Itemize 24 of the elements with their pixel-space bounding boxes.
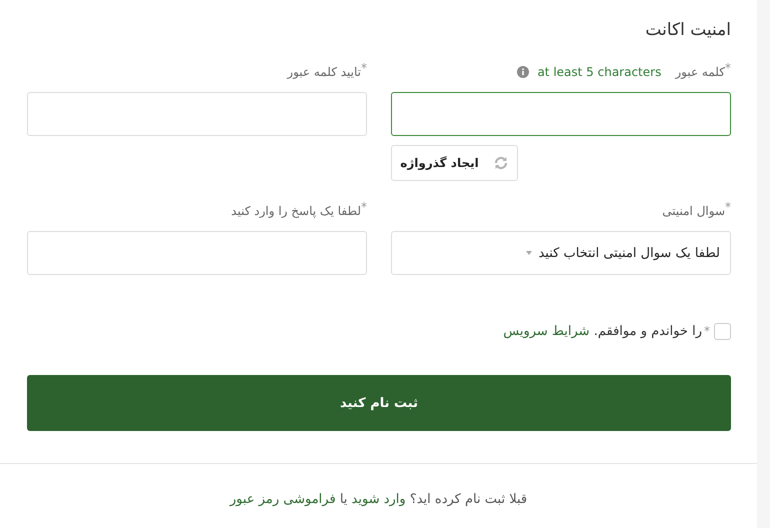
terms-text: را خواندم و موافقم. شرایط سرویس bbox=[503, 324, 702, 338]
required-mark: * bbox=[704, 325, 710, 337]
terms-link[interactable]: شرایط سرویس bbox=[503, 324, 590, 338]
generate-password-button[interactable]: ایجاد گذرواژه bbox=[391, 145, 518, 181]
input-field[interactable] bbox=[391, 92, 731, 136]
field-label: تایید کلمه عبور bbox=[287, 64, 361, 81]
field-label: لطفا یک پاسخ را وارد کنید bbox=[231, 203, 361, 220]
checkbox[interactable] bbox=[714, 322, 731, 340]
required-mark: * bbox=[361, 201, 367, 213]
footer-link[interactable]: وارد شوید bbox=[352, 492, 406, 507]
select-field[interactable]: لطفا یک سوال امنیتی انتخاب کنید bbox=[391, 231, 731, 275]
field-label: کلمه عبور bbox=[675, 64, 725, 81]
hint-text: at least 5 characters bbox=[537, 64, 662, 81]
caret-icon bbox=[526, 251, 532, 255]
required-mark: * bbox=[725, 201, 731, 213]
section-title: امنیت اکانت bbox=[644, 20, 731, 42]
required-mark: * bbox=[361, 62, 367, 74]
info-icon bbox=[517, 66, 530, 78]
footer-link[interactable]: فراموشی رمز عبور bbox=[230, 492, 336, 507]
field-label: سوال امنیتی bbox=[662, 203, 725, 220]
footer-text: قبلا ثبت نام کرده اید؟ وارد شوید یا فراموشی رمز عبور bbox=[230, 492, 528, 507]
submit-button[interactable]: ثبت نام کنید bbox=[27, 375, 731, 431]
required-mark: * bbox=[725, 62, 731, 74]
refresh-icon bbox=[492, 155, 509, 171]
